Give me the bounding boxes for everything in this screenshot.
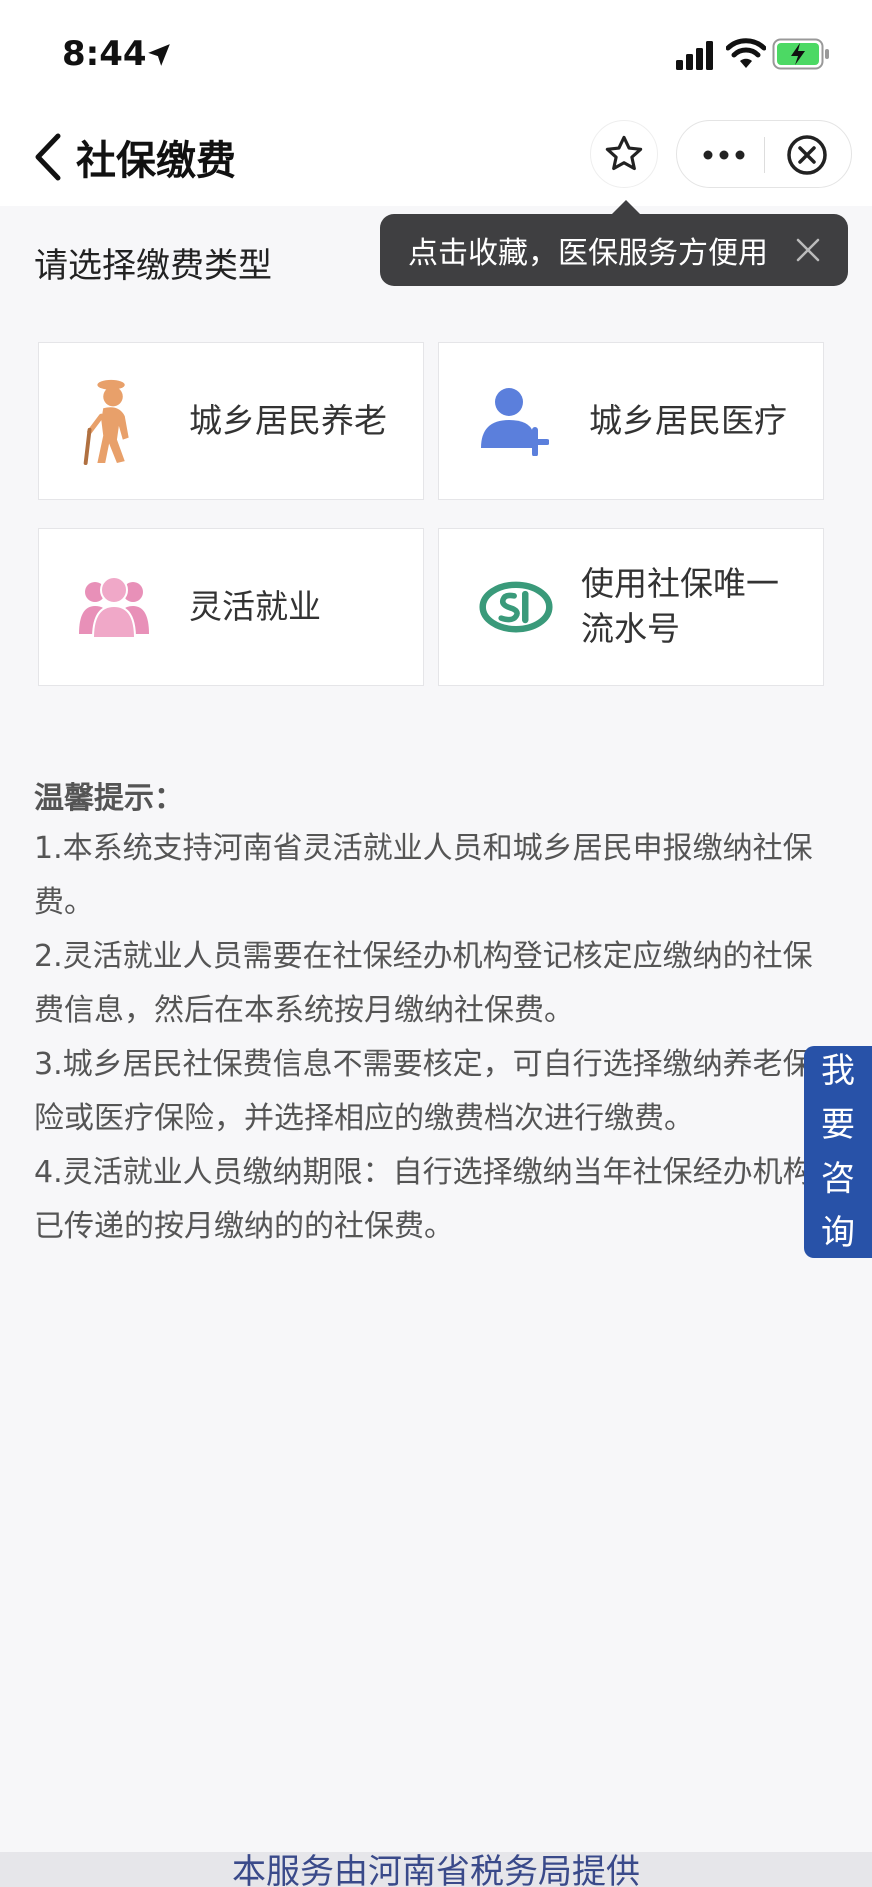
close-circle-icon[interactable] [785,133,829,177]
nav-bar: 社保缴费 [0,110,872,206]
wifi-icon [726,38,766,68]
social-insurance-logo-icon [479,581,553,633]
star-icon [605,135,643,171]
group-icon [79,576,149,639]
capsule-divider [764,137,765,173]
card-resident-medical[interactable]: 城乡居民医疗 [438,342,824,500]
section-title: 请选择缴费类型 [34,246,272,286]
card-label: 灵活就业 [189,586,321,626]
favorite-tooltip: 点击收藏，医保服务方便用 [380,214,848,286]
elderly-person-icon [83,379,129,465]
consult-char: 我 [821,1051,855,1091]
tips-title: 温馨提示： [34,781,184,816]
tip-item: 4.灵活就业人员缴纳期限：自行选择缴纳当年社保经办机构已传递的按月缴纳的的社保费… [34,1155,813,1244]
consult-char: 咨 [821,1159,855,1199]
battery-charging-icon [772,38,829,70]
consult-button[interactable]: 我 要 咨 询 [804,1046,872,1258]
tooltip-close-icon[interactable] [794,236,822,264]
favorite-button[interactable] [590,120,658,188]
status-bar: 8:44 [0,0,872,110]
back-icon[interactable] [28,130,72,184]
location-arrow-icon [148,44,170,66]
tip-item: 1.本系统支持河南省灵活就业人员和城乡居民申报缴纳社保费。 [34,831,813,920]
card-flexible-employment[interactable]: 灵活就业 [38,528,424,686]
card-label: 使用社保唯一流水号 [581,564,779,648]
mini-program-capsule [676,120,852,188]
footer: 本服务由河南省税务局提供 [0,1852,872,1887]
tooltip-arrow [612,200,640,214]
consult-char: 询 [821,1213,855,1253]
card-resident-pension[interactable]: 城乡居民养老 [38,342,424,500]
tip-item: 2.灵活就业人员需要在社保经办机构登记核定应缴纳的社保费信息，然后在本系统按月缴… [34,939,813,1028]
consult-char: 要 [821,1105,855,1145]
status-time: 8:44 [62,34,147,74]
page-title: 社保缴费 [76,138,236,184]
card-label: 城乡居民医疗 [589,400,787,440]
tooltip-text: 点击收藏，医保服务方便用 [408,236,768,271]
card-label: 城乡居民养老 [189,400,387,440]
person-add-icon [481,388,549,456]
tips-section: 温馨提示： 1.本系统支持河南省灵活就业人员和城乡居民申报缴纳社保费。 2.灵活… [34,776,824,1254]
tip-item: 3.城乡居民社保费信息不需要核定，可自行选择缴纳养老保险或医疗保险，并选择相应的… [34,1047,813,1136]
more-icon[interactable] [701,143,747,167]
footer-text: 本服务由河南省税务局提供 [232,1852,640,1887]
signal-icon [676,41,713,70]
card-social-security-serial[interactable]: 使用社保唯一流水号 [438,528,824,686]
